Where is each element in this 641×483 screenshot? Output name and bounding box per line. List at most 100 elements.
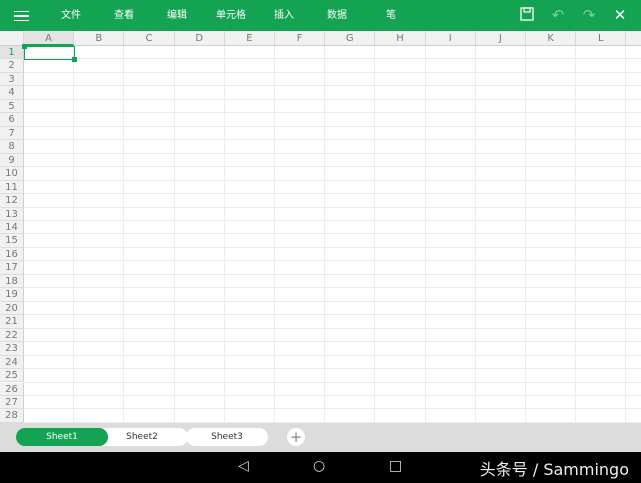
redo-icon[interactable]: ↷	[581, 7, 597, 23]
column-header[interactable]: I	[425, 31, 476, 46]
row-header[interactable]: 19	[0, 288, 24, 302]
grid-line	[24, 246, 641, 248]
close-icon[interactable]: ✕	[612, 7, 628, 23]
grid-line	[24, 394, 641, 396]
row-header[interactable]: 21	[0, 315, 24, 329]
row-header[interactable]: 4	[0, 86, 24, 100]
sheet-tab-1[interactable]: Sheet1	[16, 428, 108, 446]
row-header[interactable]: 14	[0, 220, 24, 235]
row-header[interactable]: 23	[0, 342, 24, 356]
row-header[interactable]: 13	[0, 207, 24, 221]
row-header[interactable]: 24	[0, 355, 24, 370]
grid-line	[24, 179, 641, 181]
row-header[interactable]: 6	[0, 113, 24, 127]
column-header[interactable]: A	[24, 31, 75, 46]
row-header[interactable]: 11	[0, 180, 24, 195]
grid-line	[474, 46, 476, 423]
menu-data[interactable]: 数据	[327, 0, 347, 31]
column-header[interactable]: L	[576, 31, 627, 46]
grid-line	[173, 46, 175, 423]
grid-line	[24, 300, 641, 302]
grid-line	[223, 46, 225, 423]
column-header[interactable]: K	[526, 31, 577, 46]
row-header[interactable]: 3	[0, 72, 24, 87]
grid-line	[625, 46, 627, 423]
row-header[interactable]: 22	[0, 328, 24, 343]
menu-cell[interactable]: 单元格	[216, 0, 246, 31]
toolbar: 文件 查看 编辑 单元格 插入 数据 笔 ↶ ↷ ✕	[0, 0, 641, 31]
corner-select-all[interactable]	[0, 31, 24, 46]
row-header[interactable]: 12	[0, 194, 24, 208]
column-header[interactable]: G	[325, 31, 376, 46]
grid-line	[24, 233, 641, 235]
grid-line	[24, 327, 641, 329]
row-header[interactable]: 7	[0, 126, 24, 141]
column-header[interactable]: C	[124, 31, 175, 46]
selected-cell[interactable]	[24, 46, 75, 60]
grid-line	[24, 381, 641, 383]
android-nav-bar: ◁ ○ □ 头条号 / Sammingo	[0, 452, 641, 483]
row-header[interactable]: 9	[0, 153, 24, 168]
back-icon[interactable]: ◁	[238, 458, 249, 474]
row-header[interactable]: 17	[0, 261, 24, 275]
grid-line	[324, 46, 326, 423]
row-header[interactable]: 27	[0, 395, 24, 410]
spreadsheet-grid[interactable]: A B C D E F G H I J K L 1 2 3 4 5 6 7 8 9 10 11 12 13 14 15 16 17 18 1…	[0, 31, 641, 423]
row-header[interactable]: 26	[0, 382, 24, 396]
menu-pen[interactable]: 笔	[386, 0, 396, 31]
column-header[interactable]: B	[74, 31, 125, 46]
menu-insert[interactable]: 插入	[274, 0, 294, 31]
grid-line	[24, 260, 641, 262]
grid-line	[73, 46, 75, 423]
grid-line	[24, 206, 641, 208]
grid-line	[24, 354, 641, 356]
grid-line	[24, 112, 641, 114]
grid-line	[24, 166, 641, 168]
column-header[interactable]: F	[275, 31, 326, 46]
column-header[interactable]: H	[375, 31, 426, 46]
add-sheet-button[interactable]: +	[287, 428, 305, 446]
grid-line	[24, 219, 641, 221]
menu-view[interactable]: 查看	[114, 0, 134, 31]
grid-line	[274, 46, 275, 423]
grid-line	[24, 314, 641, 316]
column-header[interactable]: J	[475, 31, 526, 46]
row-header[interactable]: 8	[0, 140, 24, 154]
selection-handle[interactable]	[22, 44, 27, 49]
home-icon[interactable]: ○	[313, 458, 325, 474]
watermark: 头条号 / Sammingo	[479, 460, 629, 479]
undo-icon[interactable]: ↶	[550, 7, 566, 23]
save-icon[interactable]	[519, 7, 535, 23]
grid-line	[24, 58, 641, 60]
row-header[interactable]: 25	[0, 369, 24, 383]
column-header[interactable]: E	[224, 31, 275, 46]
column-header[interactable]: D	[174, 31, 225, 46]
row-header[interactable]: 5	[0, 99, 24, 114]
grid-line	[525, 46, 526, 423]
grid-line	[24, 273, 641, 275]
row-header[interactable]: 16	[0, 247, 24, 262]
row-header[interactable]: 10	[0, 167, 24, 181]
recent-apps-icon[interactable]: □	[389, 458, 402, 474]
grid-line	[24, 125, 641, 127]
row-header[interactable]: 18	[0, 274, 24, 289]
row-header[interactable]: 15	[0, 234, 24, 248]
row-header[interactable]: 20	[0, 301, 24, 316]
grid-line	[24, 85, 641, 87]
row-header[interactable]: 2	[0, 59, 24, 73]
row-header[interactable]: 28	[0, 409, 24, 423]
grid-line	[24, 287, 641, 289]
selection-handle[interactable]	[72, 57, 77, 62]
grid-line	[24, 98, 641, 100]
sheet-tab-3[interactable]: Sheet3	[186, 428, 268, 446]
menu-edit[interactable]: 编辑	[167, 0, 187, 31]
grid-line	[374, 46, 376, 423]
grid-line	[24, 152, 641, 154]
menu-file[interactable]: 文件	[61, 0, 81, 31]
sheet-tab-2[interactable]: Sheet2	[96, 428, 188, 446]
row-header[interactable]: 1	[0, 46, 24, 60]
grid-line	[24, 341, 641, 343]
grid-line	[24, 408, 641, 410]
menu-icon[interactable]	[14, 11, 29, 21]
column-header[interactable]	[626, 31, 641, 46]
